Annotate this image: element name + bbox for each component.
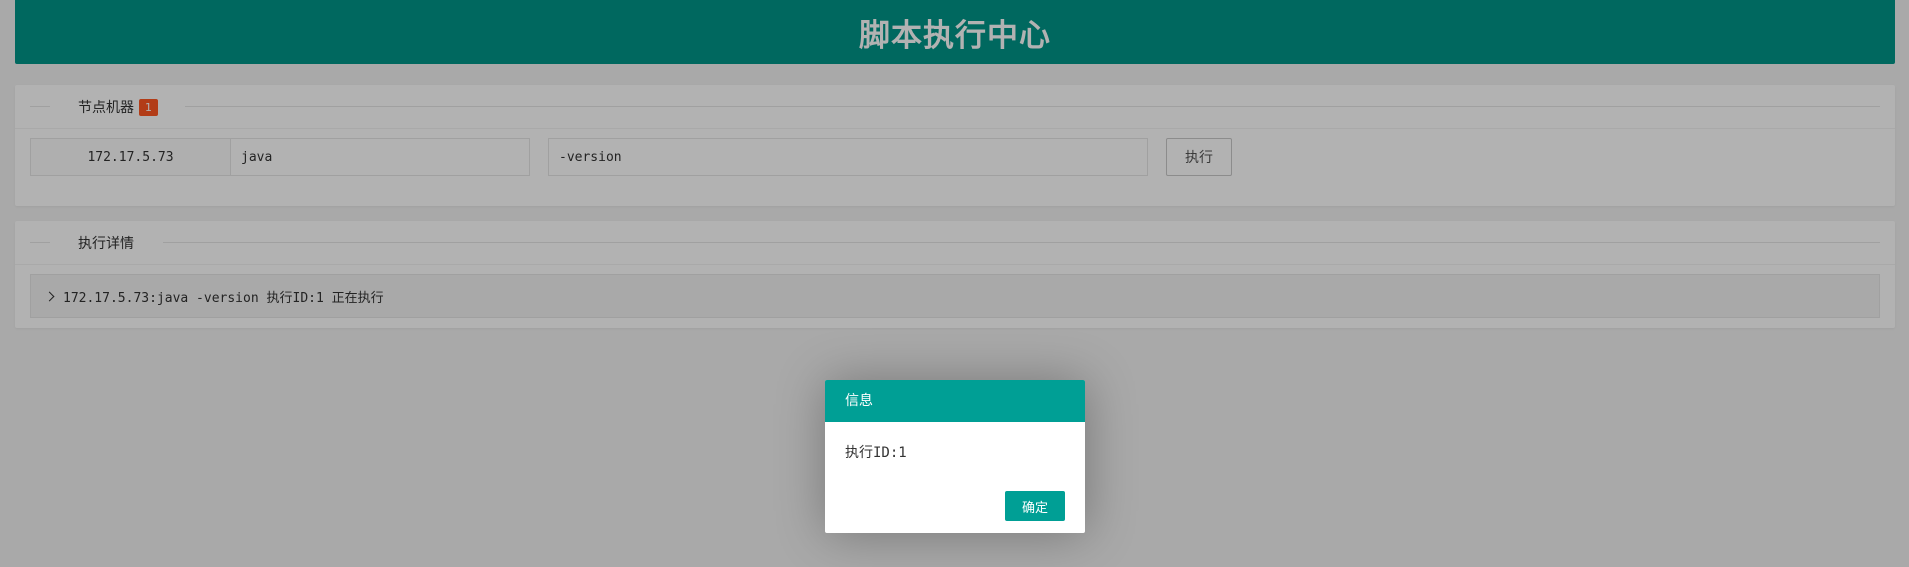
dialog-message: 执行ID:1 <box>845 445 907 461</box>
confirm-button[interactable]: 确定 <box>1005 491 1065 521</box>
dialog-title: 信息 <box>825 380 1085 422</box>
info-dialog: 信息 执行ID:1 确定 <box>825 380 1085 533</box>
